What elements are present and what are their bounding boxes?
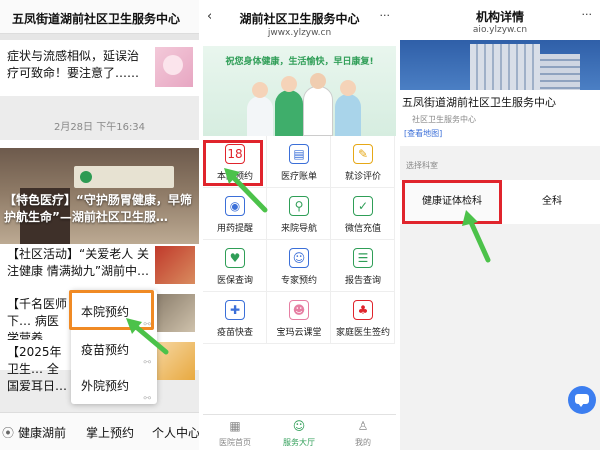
- service-baby[interactable]: ☻ 宝玛云课堂: [267, 292, 331, 344]
- bottom-menu-bar: ⦿ 健康湖前 掌上预约 个人中心: [0, 412, 199, 450]
- service-bill[interactable]: ▤ 医疗账单: [267, 136, 331, 188]
- service-insurance[interactable]: ♥ 医保查询: [203, 240, 267, 292]
- institution-address: 社区卫生服务中心: [412, 115, 476, 124]
- article-list-panel: 五凤街道湖前社区卫生服务中心 症状与流感相似，延误治疗可致命！要注意了…… 2月…: [0, 0, 199, 450]
- list-item[interactable]: 【社区活动】“关爱老人 关注健康 情满拗九”湖前中…: [0, 244, 199, 288]
- menu-item-vaccine-appointment[interactable]: 疫苗预约 ⚯: [71, 332, 157, 368]
- location-icon: ⚲: [289, 196, 309, 216]
- service-hall-panel: ‹ 湖前社区卫生服务中心 jwwx.ylzyw.cn ··· 祝您身体健康，生活…: [203, 0, 396, 450]
- view-map-link[interactable]: [查看地图]: [404, 128, 442, 139]
- service-pill[interactable]: ◉ 用药提醒: [203, 188, 267, 240]
- keyboard-icon[interactable]: ⦿: [2, 424, 14, 441]
- family-icon: ♣: [353, 300, 373, 320]
- list-item-thumbnail: [155, 246, 195, 284]
- tab-label: 服务大厅: [283, 438, 315, 447]
- menu-item-external-appointment[interactable]: 外院预约 ⚯: [71, 368, 157, 404]
- bottom-tab-bar: ▦ 医院首页 ☺ 服务大厅 ♙ 我的: [203, 414, 396, 450]
- service-doctor[interactable]: ☺ 专家预约: [267, 240, 331, 292]
- tab-label: 医院首页: [219, 438, 251, 447]
- insurance-icon: ♥: [225, 248, 245, 268]
- banner-slogan: 祝您身体健康，生活愉快，早日康复!: [225, 57, 374, 67]
- service-label: 来院导航: [280, 224, 317, 234]
- tab-service[interactable]: ☺ 服务大厅: [267, 415, 331, 450]
- menu-item-label: 外院预约: [81, 379, 130, 393]
- tab-hospital[interactable]: ▦ 医院首页: [203, 415, 267, 450]
- doctors-banner: 祝您身体健康，生活愉快，早日康复!: [203, 46, 396, 136]
- institution-detail-panel: 机构详情 aio.ylzyw.cn ··· 五凤街道湖前社区卫生服务中心 社区卫…: [400, 0, 600, 450]
- highlight-box: [69, 290, 154, 330]
- article-title: 症状与流感相似，延误治疗可致命！要注意了……: [7, 49, 140, 80]
- timestamp: 2月28日 下午16:34: [53, 122, 146, 133]
- list-item-title: 【社区活动】“关爱老人 关注健康 情满拗九”湖前中…: [7, 247, 150, 278]
- service-syringe[interactable]: ✚ 疫苗快查: [203, 292, 267, 344]
- department-label: 选择科室: [406, 161, 438, 170]
- service-check[interactable]: ✓ 微信充值: [331, 188, 395, 240]
- menu-item-label: 疫苗预约: [81, 343, 130, 357]
- more-icon[interactable]: ···: [582, 8, 593, 21]
- hero-caption: 【特色医疗】“守护肠胃健康，早筛护航生命”—湖前社区卫生服…: [4, 193, 192, 224]
- service-location[interactable]: ⚲ 来院导航: [267, 188, 331, 240]
- service-comment[interactable]: ✎ 就诊评价: [331, 136, 395, 188]
- institution-name: 五凤街道湖前社区卫生服务中心: [402, 96, 556, 109]
- service-label: 疫苗快查: [216, 328, 253, 338]
- service-label: 微信充值: [344, 224, 381, 234]
- doctor-figure: [247, 82, 273, 136]
- check-icon: ✓: [353, 196, 373, 216]
- article-card[interactable]: 症状与流感相似，延误治疗可致命！要注意了……: [0, 40, 199, 96]
- service-header: ‹ 湖前社区卫生服务中心 jwwx.ylzyw.cn ···: [203, 0, 396, 46]
- service-label: 专家预约: [280, 276, 317, 286]
- article-thumbnail: [155, 47, 193, 87]
- baby-icon: ☻: [289, 300, 309, 320]
- service-report[interactable]: ☰ 报告查询: [331, 240, 395, 292]
- service-label: 医疗账单: [280, 172, 317, 182]
- list-item-thumbnail: [155, 294, 195, 332]
- service-icon: ☺: [292, 419, 306, 433]
- comment-icon: ✎: [353, 144, 373, 164]
- service-label: 用药提醒: [216, 224, 253, 234]
- doctor-icon: ☺: [289, 248, 309, 268]
- detail-header: 机构详情 aio.ylzyw.cn ···: [400, 0, 600, 40]
- service-label: 家庭医生签约: [335, 328, 390, 338]
- list-item-thumbnail: [155, 342, 195, 380]
- highlight-box: [203, 140, 263, 186]
- tab-label: 我的: [355, 438, 371, 447]
- doctor-figure: [335, 80, 361, 136]
- report-icon: ☰: [353, 248, 373, 268]
- chat-icon[interactable]: [568, 386, 596, 414]
- service-label: 宝玛云课堂: [276, 328, 322, 338]
- page-title: 五凤街道湖前社区卫生服务中心: [12, 12, 181, 26]
- more-icon[interactable]: ···: [380, 9, 391, 22]
- bill-icon: ▤: [289, 144, 309, 164]
- list-item-title: 【2025年卫生… 全国爱耳日…: [7, 345, 68, 393]
- page-title: 机构详情: [475, 10, 524, 24]
- hospital-icon: ▦: [229, 419, 241, 433]
- page-title: 湖前社区卫生服务中心: [239, 12, 360, 26]
- tab-user[interactable]: ♙ 我的: [331, 415, 395, 450]
- service-label: 医保查询: [216, 276, 253, 286]
- highlight-box: [402, 180, 502, 224]
- doctor-figure: [303, 73, 333, 136]
- service-label: 报告查询: [344, 276, 381, 286]
- bottom-menu-profile[interactable]: 个人中心: [152, 424, 199, 441]
- syringe-icon: ✚: [225, 300, 245, 320]
- pill-icon: ◉: [225, 196, 245, 216]
- institution-photo: [400, 40, 600, 90]
- service-family[interactable]: ♣ 家庭医生签约: [331, 292, 395, 344]
- institution-info: 五凤街道湖前社区卫生服务中心 社区卫生服务中心 [查看地图]: [400, 90, 600, 146]
- user-icon: ♙: [357, 419, 369, 433]
- page-url: jwwx.ylzyw.cn: [267, 28, 332, 38]
- dept-general-button[interactable]: 全科: [504, 180, 600, 224]
- page-url: aio.ylzyw.cn: [472, 25, 528, 35]
- service-label: 就诊评价: [344, 172, 381, 182]
- article-header: 五凤街道湖前社区卫生服务中心: [0, 0, 199, 34]
- doctor-figure: [275, 76, 303, 136]
- bottom-menu-health[interactable]: 健康湖前: [18, 424, 66, 441]
- bottom-menu-appointment[interactable]: 掌上预约: [86, 424, 134, 441]
